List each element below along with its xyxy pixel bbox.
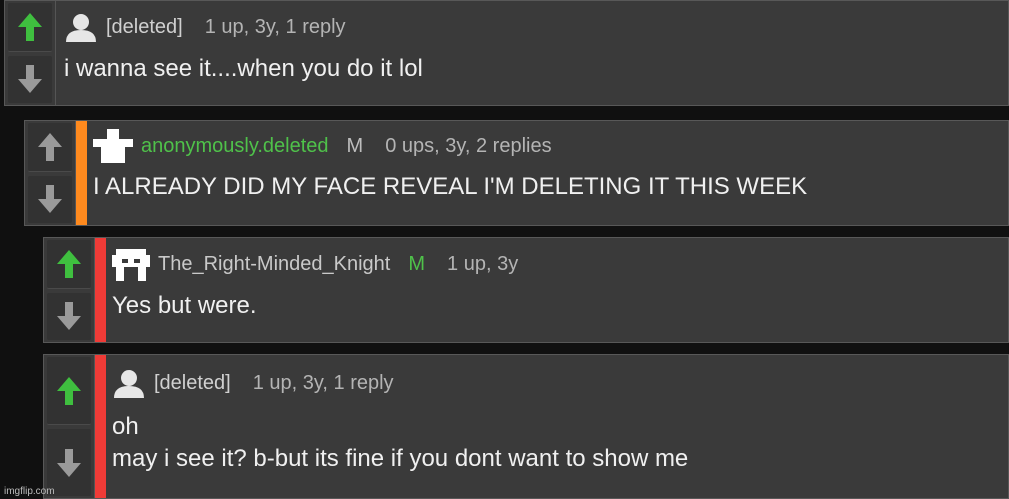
- downvote-button[interactable]: [8, 55, 52, 103]
- pixel-knight-avatar-icon: [112, 249, 150, 281]
- arrow-up-icon: [57, 249, 81, 278]
- thread-depth-stripe: [95, 355, 106, 498]
- comment-meta: [deleted] 1 up, 3y, 1 reply: [64, 1, 1008, 53]
- comment-meta: anonymously.deleted M 0 ups, 3y, 2 repli…: [93, 121, 1008, 171]
- arrow-down-icon: [57, 448, 81, 477]
- username[interactable]: [deleted]: [154, 372, 231, 395]
- mod-badge: M: [408, 252, 426, 275]
- comment-4: [deleted] 1 up, 3y, 1 reply oh may i see…: [43, 354, 1009, 499]
- arrow-up-icon: [18, 12, 42, 41]
- avatar[interactable]: [93, 129, 133, 163]
- avatar[interactable]: [64, 12, 98, 42]
- username[interactable]: anonymously.deleted: [141, 135, 329, 158]
- comment-stats: 0 ups, 3y, 2 replies: [385, 134, 552, 157]
- comment-2: anonymously.deleted M 0 ups, 3y, 2 repli…: [24, 120, 1009, 226]
- username[interactable]: [deleted]: [106, 16, 183, 39]
- comment-body: The_Right-Minded_Knight M 1 up, 3y Yes b…: [106, 238, 1008, 342]
- upvote-button[interactable]: [47, 240, 91, 289]
- comment-text-line-2: may i see it? b-but its fine if you dont…: [112, 445, 689, 472]
- comment-stats: 1 up, 3y, 1 reply: [252, 371, 394, 394]
- comment-body: [deleted] 1 up, 3y, 1 reply oh may i see…: [106, 355, 1008, 498]
- arrow-up-icon: [38, 132, 62, 161]
- upvote-button[interactable]: [8, 3, 52, 52]
- vote-column: [5, 1, 56, 105]
- comment-3: The_Right-Minded_Knight M 1 up, 3y Yes b…: [43, 237, 1009, 343]
- comment-body: [deleted] 1 up, 3y, 1 reply i wanna see …: [56, 1, 1008, 105]
- comment-meta: [deleted] 1 up, 3y, 1 reply: [112, 355, 1008, 411]
- default-avatar-icon: [114, 370, 144, 398]
- pixel-avatar-icon: [93, 129, 133, 163]
- comment-body: anonymously.deleted M 0 ups, 3y, 2 repli…: [87, 121, 1008, 225]
- arrow-down-icon: [57, 302, 81, 331]
- vote-column: [44, 355, 95, 498]
- downvote-button[interactable]: [47, 292, 91, 340]
- comment-text-line-1: oh: [112, 413, 139, 440]
- comment-meta: The_Right-Minded_Knight M 1 up, 3y: [112, 238, 1008, 290]
- mod-badge: M: [346, 134, 364, 157]
- thread-depth-stripe: [95, 238, 106, 342]
- vote-column: [25, 121, 76, 225]
- default-avatar-icon: [66, 14, 96, 42]
- comment-stats: 1 up, 3y: [447, 252, 519, 275]
- comment-text-line-1: Yes but were.: [112, 292, 257, 319]
- arrow-up-icon: [57, 376, 81, 405]
- comment-1: [deleted] 1 up, 3y, 1 reply i wanna see …: [4, 0, 1009, 106]
- username[interactable]: The_Right-Minded_Knight: [158, 253, 390, 276]
- arrow-down-icon: [18, 65, 42, 94]
- avatar[interactable]: [112, 247, 150, 281]
- comment-text-line-1: i wanna see it....when you do it lol: [64, 55, 423, 82]
- arrow-down-icon: [38, 185, 62, 214]
- comment-text-line-1: I ALREADY DID MY FACE REVEAL I'M DELETIN…: [93, 173, 808, 200]
- downvote-button[interactable]: [28, 175, 72, 223]
- comment-stats: 1 up, 3y, 1 reply: [204, 15, 346, 38]
- upvote-button[interactable]: [47, 357, 91, 425]
- upvote-button[interactable]: [28, 123, 72, 172]
- vote-column: [44, 238, 95, 342]
- imgflip-watermark: imgflip.com: [4, 486, 55, 497]
- avatar[interactable]: [112, 368, 146, 398]
- thread-depth-stripe: [76, 121, 87, 225]
